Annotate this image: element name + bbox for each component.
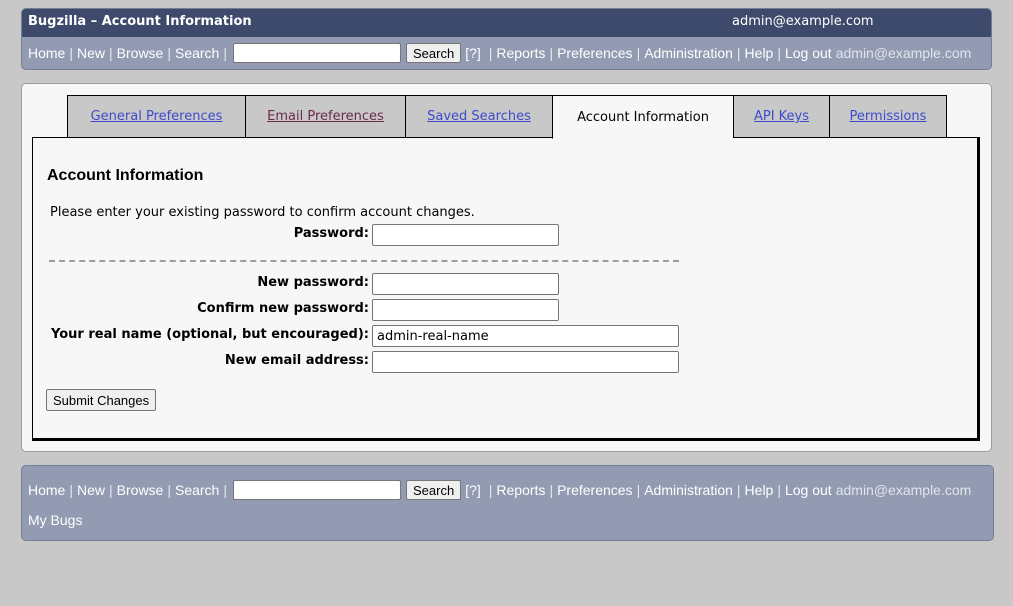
section-divider bbox=[49, 260, 679, 262]
account-information-form: Account Information Please enter your ex… bbox=[32, 137, 980, 441]
nav-separator: | bbox=[69, 482, 73, 498]
quicksearch-input[interactable] bbox=[232, 480, 401, 500]
nav-separator: | bbox=[636, 45, 641, 61]
page-header: Bugzilla – Account Information admin@exa… bbox=[21, 8, 992, 70]
nav-separator: | bbox=[109, 482, 113, 498]
real-name-label: Your real name (optional, but encouraged… bbox=[51, 327, 369, 342]
nav-administration-link[interactable]: Administration bbox=[644, 45, 733, 61]
nav-browse-link[interactable]: Browse bbox=[117, 482, 164, 498]
logged-in-user: admin@example.com bbox=[835, 45, 972, 61]
nav-home-link[interactable]: Home bbox=[28, 482, 65, 498]
page-title: Bugzilla – Account Information bbox=[28, 14, 252, 29]
nav-separator: | bbox=[223, 45, 227, 61]
nav-browse-link[interactable]: Browse bbox=[117, 45, 164, 61]
nav-preferences-link[interactable]: Preferences bbox=[557, 482, 632, 498]
new-email-field[interactable] bbox=[372, 351, 679, 373]
page-footer: Home | New | Browse | Search | Search [?… bbox=[21, 465, 994, 541]
nav-logout-link[interactable]: Log out bbox=[785, 482, 832, 498]
quicksearch-help-link[interactable]: [?] bbox=[465, 45, 481, 61]
nav-new-link[interactable]: New bbox=[77, 45, 105, 61]
nav-separator: | bbox=[167, 45, 171, 61]
tab-label[interactable]: Email Preferences bbox=[267, 109, 384, 124]
tab-permissions[interactable]: Permissions bbox=[829, 95, 947, 138]
submit-changes-button[interactable]: Submit Changes bbox=[46, 389, 157, 411]
tab-general-preferences[interactable]: General Preferences bbox=[67, 95, 245, 138]
nav-help-link[interactable]: Help bbox=[745, 482, 774, 498]
nav-separator: | bbox=[549, 482, 554, 498]
nav-search-link[interactable]: Search bbox=[175, 45, 219, 61]
nav-separator: | bbox=[109, 45, 113, 61]
nav-preferences-link[interactable]: Preferences bbox=[557, 45, 632, 61]
confirm-password-label: Confirm new password: bbox=[197, 301, 369, 316]
nav-separator: | bbox=[736, 45, 741, 61]
tab-saved-searches[interactable]: Saved Searches bbox=[405, 95, 552, 138]
nav-search-link[interactable]: Search bbox=[175, 482, 219, 498]
tab-label[interactable]: Saved Searches bbox=[427, 109, 531, 124]
my-bugs-link[interactable]: My Bugs bbox=[28, 512, 82, 528]
tab-email-preferences[interactable]: Email Preferences bbox=[245, 95, 405, 138]
new-password-field[interactable] bbox=[372, 273, 559, 295]
logged-in-user: admin@example.com bbox=[835, 482, 972, 498]
tab-label[interactable]: General Preferences bbox=[91, 109, 223, 124]
quicksearch-help-link[interactable]: [?] bbox=[465, 482, 481, 498]
header-user-email: admin@example.com bbox=[732, 14, 874, 29]
label-cell: New password: bbox=[33, 273, 369, 295]
quicksearch-button[interactable]: Search bbox=[405, 480, 462, 500]
new-password-label: New password: bbox=[257, 275, 369, 290]
nav-help-link[interactable]: Help bbox=[745, 45, 774, 61]
header-nav-bar: Home | New | Browse | Search | Search [?… bbox=[28, 41, 971, 65]
tab-label[interactable]: API Keys bbox=[754, 109, 809, 124]
current-password-field[interactable] bbox=[372, 224, 559, 246]
nav-separator: | bbox=[167, 482, 171, 498]
nav-separator: | bbox=[777, 482, 781, 498]
password-confirm-instructions: Please enter your existing password to c… bbox=[50, 205, 475, 220]
tab-api-keys[interactable]: API Keys bbox=[733, 95, 829, 138]
label-cell: New email address: bbox=[33, 351, 369, 373]
nav-separator: | bbox=[69, 45, 73, 61]
nav-reports-link[interactable]: Reports bbox=[496, 482, 545, 498]
preferences-tabs: General Preferences Email Preferences Sa… bbox=[67, 95, 947, 139]
label-cell: Confirm new password: bbox=[33, 299, 369, 321]
tab-label: Account Information bbox=[577, 109, 709, 125]
nav-separator: | bbox=[777, 45, 781, 61]
nav-logout-link[interactable]: Log out bbox=[785, 45, 832, 61]
preferences-panel: General Preferences Email Preferences Sa… bbox=[21, 83, 992, 452]
label-cell: Your real name (optional, but encouraged… bbox=[33, 325, 369, 347]
nav-separator: | bbox=[549, 45, 554, 61]
new-email-label: New email address: bbox=[224, 353, 369, 368]
nav-separator: | bbox=[488, 45, 493, 61]
current-password-label: Password: bbox=[293, 226, 369, 241]
nav-reports-link[interactable]: Reports bbox=[496, 45, 545, 61]
nav-separator: | bbox=[223, 482, 227, 498]
quicksearch-input[interactable] bbox=[232, 43, 401, 63]
tab-label[interactable]: Permissions bbox=[850, 109, 927, 124]
footer-nav-bar: Home | New | Browse | Search | Search [?… bbox=[28, 478, 971, 502]
label-cell: Password: bbox=[33, 224, 369, 246]
nav-home-link[interactable]: Home bbox=[28, 45, 65, 61]
nav-new-link[interactable]: New bbox=[77, 482, 105, 498]
title-bar: Bugzilla – Account Information admin@exa… bbox=[22, 9, 991, 37]
nav-separator: | bbox=[736, 482, 741, 498]
tab-account-information[interactable]: Account Information bbox=[552, 95, 733, 139]
nav-administration-link[interactable]: Administration bbox=[644, 482, 733, 498]
real-name-field[interactable] bbox=[372, 325, 679, 347]
quicksearch-button[interactable]: Search bbox=[405, 43, 462, 63]
confirm-password-field[interactable] bbox=[372, 299, 559, 321]
nav-separator: | bbox=[636, 482, 641, 498]
section-heading: Account Information bbox=[47, 167, 204, 184]
nav-separator: | bbox=[488, 482, 493, 498]
